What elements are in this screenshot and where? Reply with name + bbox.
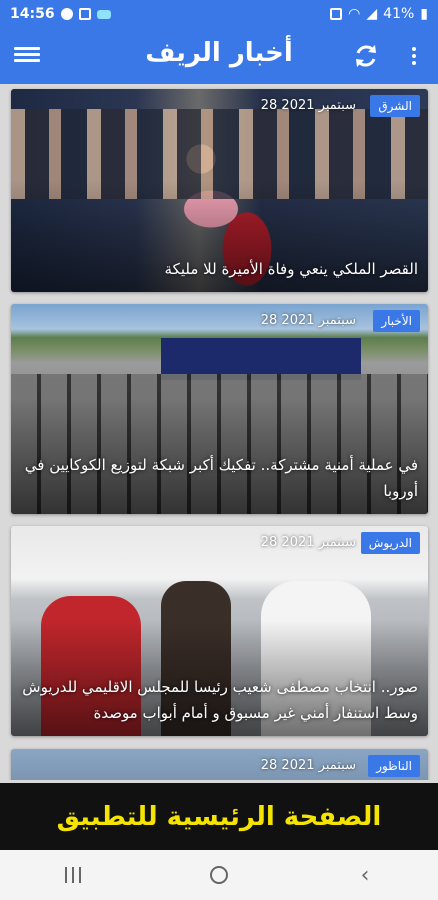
article-image — [11, 749, 428, 780]
article-card[interactable]: الأخبار 28 سبتمبر 2021 في عملية أمنية مش… — [11, 304, 428, 514]
app-bar: أخبار الريف — [0, 28, 438, 84]
back-button[interactable]: ‹ — [335, 855, 395, 895]
article-date: 28 سبتمبر 2021 — [260, 758, 356, 773]
battery-level: 41% — [383, 6, 415, 22]
messaging-icon — [96, 9, 111, 19]
recent-apps-button[interactable] — [43, 855, 103, 895]
app-notification-icon — [78, 8, 91, 20]
system-nav-bar: ‹ — [0, 850, 438, 900]
status-bar: 14:56 ◠ ◢ 41% ▮ — [0, 0, 438, 28]
article-date: 28 سبتمبر 2021 — [260, 535, 356, 550]
back-icon: ‹ — [360, 862, 370, 888]
alarm-icon — [330, 8, 343, 20]
status-time: 14:56 — [10, 6, 55, 22]
home-page-banner[interactable]: الصفحة الرئيسية للتطبيق — [0, 780, 438, 850]
article-headline[interactable]: القصر الملكي ينعي وفاة الأميرة للا مليكة — [21, 256, 418, 282]
battery-icon: ▮ — [420, 6, 428, 22]
article-card[interactable]: الشرق 28 سبتمبر 2021 القصر الملكي ينعي و… — [11, 89, 428, 292]
home-button[interactable] — [189, 855, 249, 895]
wifi-icon: ◠ — [348, 6, 361, 22]
article-date: 28 سبتمبر 2021 — [260, 313, 356, 328]
article-headline[interactable]: صور.. انتخاب مصطفى شعيب رئيسا للمجلس الا… — [21, 674, 418, 726]
category-badge[interactable]: الشرق — [370, 95, 420, 117]
notification-icon — [60, 8, 73, 20]
article-date: 28 سبتمبر 2021 — [260, 98, 356, 113]
recents-icon — [65, 867, 81, 883]
article-headline[interactable]: في عملية أمنية مشتركة.. تفكيك أكبر شبكة … — [21, 452, 418, 504]
signal-icon: ◢ — [366, 6, 378, 22]
article-card[interactable]: الناظور 28 سبتمبر 2021 — [11, 749, 428, 780]
refresh-icon[interactable] — [352, 42, 380, 70]
category-badge[interactable]: الناظور — [368, 755, 420, 777]
more-options-icon[interactable] — [404, 42, 424, 70]
banner-text: الصفحة الرئيسية للتطبيق — [56, 801, 382, 832]
category-badge[interactable]: الدريوش — [360, 532, 420, 554]
home-icon — [210, 866, 228, 884]
category-badge[interactable]: الأخبار — [373, 310, 420, 332]
news-feed: الشرق 28 سبتمبر 2021 القصر الملكي ينعي و… — [0, 84, 438, 780]
article-card[interactable]: الدريوش 28 سبتمبر 2021 صور.. انتخاب مصطف… — [11, 526, 428, 736]
